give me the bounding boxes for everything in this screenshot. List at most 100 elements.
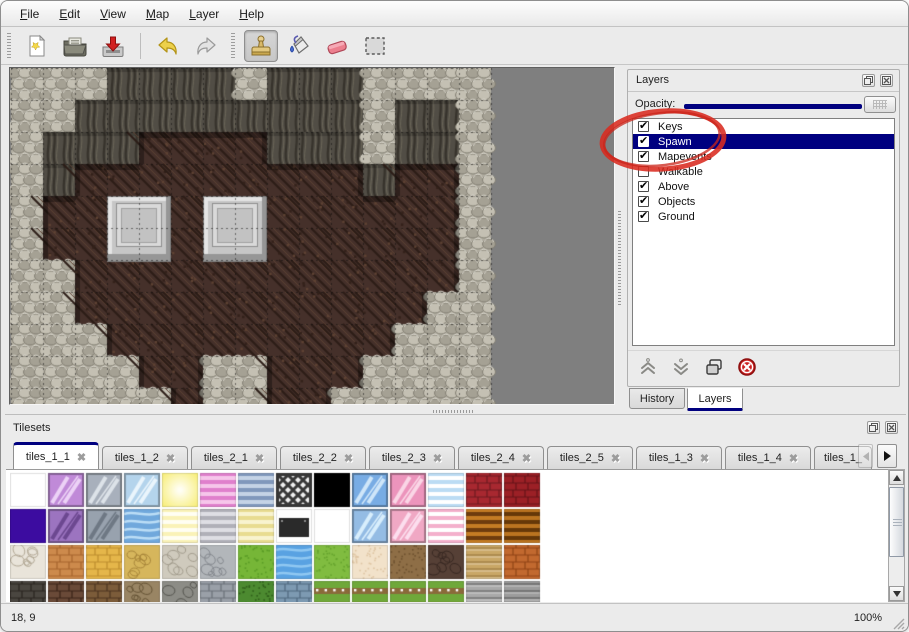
new-file-button[interactable] bbox=[20, 30, 54, 62]
tileset-tab-label: tiles_2_4 bbox=[471, 452, 515, 464]
toolbar-grip[interactable] bbox=[229, 33, 236, 59]
layer-row-spawn[interactable]: ✔Spawn bbox=[633, 134, 894, 149]
opacity-slider-handle[interactable] bbox=[864, 96, 896, 113]
layers-panel-title: Layers bbox=[636, 74, 669, 86]
tileset-tab-tiles_1_1[interactable]: tiles_1_1 ✖ bbox=[13, 442, 99, 469]
layer-checkbox-ground[interactable]: ✔ bbox=[638, 211, 649, 222]
stamp-tool-button[interactable] bbox=[244, 30, 278, 62]
layer-row-objects[interactable]: ✔ Objects bbox=[633, 194, 894, 209]
tab-close-icon[interactable]: ✖ bbox=[700, 452, 709, 465]
save-file-button[interactable] bbox=[96, 30, 130, 62]
vertical-splitter[interactable] bbox=[616, 211, 623, 307]
layer-row-walkable[interactable]: Walkable bbox=[633, 164, 894, 179]
tab-close-icon[interactable]: ✖ bbox=[522, 452, 531, 465]
float-tilesets-button[interactable] bbox=[867, 421, 880, 434]
tileset-tab-tiles_2_1[interactable]: tiles_2_1✖ bbox=[191, 446, 277, 469]
layer-checkbox-above[interactable]: ✔ bbox=[638, 181, 649, 192]
layer-name: Objects bbox=[658, 196, 695, 208]
undo-button[interactable] bbox=[151, 30, 185, 62]
application-window: FileEditViewMapLayerHelp Layers Opacity:… bbox=[0, 0, 909, 632]
layer-checkbox-keys[interactable]: ✔ bbox=[638, 121, 649, 132]
tileset-tab-tiles_2_4[interactable]: tiles_2_4 ✖ bbox=[458, 446, 544, 469]
tab-close-icon[interactable]: ✖ bbox=[789, 452, 798, 465]
tab-scroll-left-button[interactable] bbox=[858, 444, 873, 468]
menu-map[interactable]: Map bbox=[137, 3, 178, 25]
tileset-tab-label: tiles_1_ bbox=[824, 452, 862, 464]
tab-scroll-right-button[interactable] bbox=[877, 444, 897, 468]
fill-tool-button[interactable] bbox=[282, 30, 316, 62]
select-tool-button[interactable] bbox=[358, 30, 392, 62]
tileset-scrollbar bbox=[888, 469, 905, 602]
tab-close-icon[interactable]: ✖ bbox=[255, 452, 264, 465]
dock-tab-layers[interactable]: Layers bbox=[687, 388, 743, 411]
tab-close-icon[interactable]: ✖ bbox=[611, 452, 620, 465]
layer-checkbox-mapevents[interactable]: ✔ bbox=[638, 151, 649, 162]
tab-close-icon[interactable]: ✖ bbox=[344, 452, 353, 465]
tileset-tab-label: tiles_1_1 bbox=[26, 451, 70, 463]
tileset-palette-canvas[interactable] bbox=[10, 471, 544, 602]
opacity-label: Opacity: bbox=[635, 98, 675, 110]
tileset-tab-tiles_2_5[interactable]: tiles_2_5✖ bbox=[547, 446, 633, 469]
tileset-tab-tiles_1_3[interactable]: tiles_1_3✖ bbox=[636, 446, 722, 469]
raise-layer-button[interactable] bbox=[636, 355, 660, 379]
menu-file[interactable]: File bbox=[11, 3, 48, 25]
layer-row-mapevents[interactable]: ✔Mapevents bbox=[633, 149, 894, 164]
close-panel-button[interactable] bbox=[880, 74, 893, 87]
toolbar-separator bbox=[140, 33, 141, 59]
arrow-right-icon bbox=[884, 451, 891, 461]
opacity-row: Opacity: bbox=[628, 94, 899, 116]
scroll-up-button[interactable] bbox=[889, 470, 904, 485]
redo-button[interactable] bbox=[189, 30, 223, 62]
menu-help[interactable]: Help bbox=[230, 3, 273, 25]
scroll-down-button[interactable] bbox=[889, 586, 904, 601]
layer-checkbox-walkable[interactable] bbox=[638, 166, 649, 177]
fill-icon bbox=[286, 34, 312, 58]
tab-close-icon[interactable]: ✖ bbox=[433, 452, 442, 465]
eraser-tool-button[interactable] bbox=[320, 30, 354, 62]
raise-icon bbox=[638, 357, 658, 377]
dock-tab-history[interactable]: History bbox=[629, 388, 685, 409]
tileset-tab-tiles_1_4[interactable]: tiles_1_4✖ bbox=[725, 446, 811, 469]
layers-panel-header: Layers bbox=[628, 70, 899, 92]
layer-checkbox-objects[interactable]: ✔ bbox=[638, 196, 649, 207]
tileset-tab-label: tiles_2_3 bbox=[382, 452, 426, 464]
resize-grip[interactable] bbox=[892, 617, 905, 630]
toolbar-grip[interactable] bbox=[5, 33, 12, 59]
tab-close-icon[interactable]: ✖ bbox=[77, 451, 86, 464]
menu-view[interactable]: View bbox=[91, 3, 135, 25]
tileset-tab-tiles_2_2[interactable]: tiles_2_2✖ bbox=[280, 446, 366, 469]
lower-icon bbox=[671, 357, 691, 377]
delete-layer-button[interactable] bbox=[735, 355, 759, 379]
undo-icon bbox=[155, 35, 181, 57]
close-icon bbox=[882, 76, 891, 85]
tileset-tab-tiles_1_2[interactable]: tiles_1_2 ✖ bbox=[102, 446, 188, 469]
save-icon bbox=[100, 35, 126, 57]
close-tilesets-button[interactable] bbox=[885, 421, 898, 434]
tab-close-icon[interactable]: ✖ bbox=[166, 452, 175, 465]
scrollbar-thumb[interactable] bbox=[889, 487, 904, 557]
tileset-tab-tiles_2_3[interactable]: tiles_2_3 ✖ bbox=[369, 446, 455, 469]
menu-layer[interactable]: Layer bbox=[180, 3, 228, 25]
arrow-left-icon bbox=[863, 452, 869, 461]
layer-row-ground[interactable]: ✔Ground bbox=[633, 209, 894, 224]
open-file-button[interactable] bbox=[58, 30, 92, 62]
layer-name: Walkable bbox=[658, 166, 703, 178]
cursor-coordinates: 18, 9 bbox=[11, 612, 35, 624]
map-canvas[interactable] bbox=[10, 68, 614, 404]
duplicate-icon bbox=[704, 357, 724, 377]
layer-row-above[interactable]: ✔Above bbox=[633, 179, 894, 194]
layer-row-keys[interactable]: ✔Keys bbox=[633, 119, 894, 134]
close-icon bbox=[887, 423, 896, 432]
float-panel-button[interactable] bbox=[862, 74, 875, 87]
arrow-down-icon bbox=[893, 591, 901, 597]
tileset-tab-label: tiles_1_2 bbox=[115, 452, 159, 464]
menu-edit[interactable]: Edit bbox=[50, 3, 89, 25]
layer-checkbox-spawn[interactable]: ✔ bbox=[638, 136, 649, 147]
open-icon bbox=[62, 35, 88, 57]
lower-layer-button[interactable] bbox=[669, 355, 693, 379]
opacity-slider-track[interactable] bbox=[684, 104, 862, 109]
layers-panel: Layers Opacity: ✔Keys✔Spawn✔Mapevents Wal… bbox=[627, 69, 900, 387]
map-view bbox=[9, 67, 615, 405]
duplicate-layer-button[interactable] bbox=[702, 355, 726, 379]
tilesets-panel: Tilesets tiles_1_1✖tiles_1_2✖tiles_2_1✖t… bbox=[5, 414, 906, 603]
